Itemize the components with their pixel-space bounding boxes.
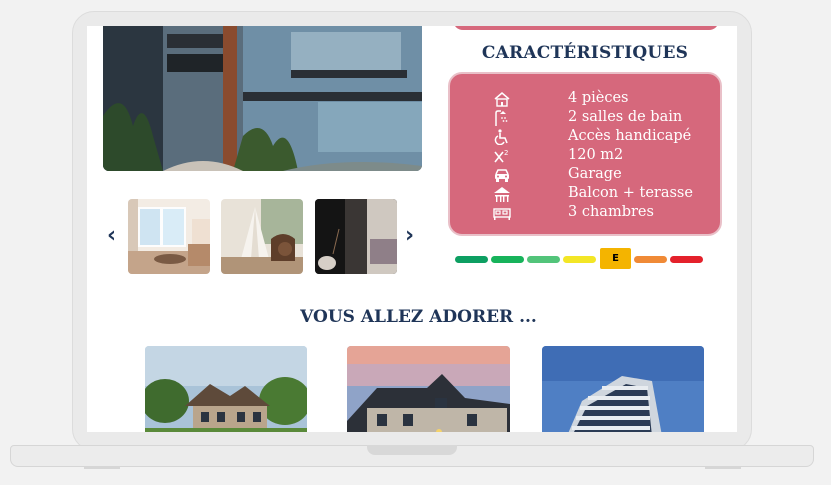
energy-segment-b xyxy=(491,256,524,263)
car-icon xyxy=(492,167,512,183)
property-card-modern-tower[interactable] xyxy=(542,346,704,432)
chevron-right-icon[interactable]: › xyxy=(405,225,421,247)
balcony-icon xyxy=(492,186,512,202)
screen: ‹ › CARACTÉRISTIQUES 4 pièces 2 salles d… xyxy=(87,26,737,432)
thumbnail-teepee-room[interactable] xyxy=(221,199,303,274)
characteristics-title: CARACTÉRISTIQUES xyxy=(481,43,689,63)
wheelchair-icon xyxy=(492,129,512,146)
thumbnail-bedroom[interactable] xyxy=(315,199,397,274)
bed-icon xyxy=(492,205,512,221)
energy-segment-f xyxy=(634,256,667,263)
property-card-stone-house[interactable] xyxy=(145,346,307,432)
energy-rating-bar: E xyxy=(455,248,705,272)
chevron-left-icon[interactable]: ‹ xyxy=(107,225,123,247)
feature-garage: Garage xyxy=(450,166,724,185)
feature-bathrooms: 2 salles de bain xyxy=(450,109,724,128)
feature-bedrooms: 3 chambres xyxy=(450,204,724,223)
energy-segment-d xyxy=(563,256,596,263)
feature-area: 2 120 m2 xyxy=(450,147,724,166)
energy-segment-g xyxy=(670,256,703,263)
energy-segment-a xyxy=(455,256,488,263)
energy-segment-c xyxy=(527,256,560,263)
recommendations-title: VOUS ALLEZ ADORER ... xyxy=(300,307,537,327)
characteristics-card: 4 pièces 2 salles de bain Accès handicap… xyxy=(448,72,722,236)
thumbnail-living-room[interactable] xyxy=(128,199,210,274)
thumbnail-carousel: ‹ › xyxy=(107,199,419,274)
pink-banner-edge xyxy=(453,26,719,30)
house-icon xyxy=(492,91,512,107)
feature-balcony: Balcon + terasse xyxy=(450,185,724,204)
svg-text:2: 2 xyxy=(504,149,508,157)
shower-icon xyxy=(492,110,512,126)
laptop-notch xyxy=(367,445,457,455)
feature-accessibility: Accès handicapé xyxy=(450,128,724,147)
laptop-foot-left xyxy=(84,467,120,469)
property-card-gabled-house[interactable] xyxy=(347,346,510,432)
hero-photo xyxy=(103,26,422,171)
energy-segment-selected: E xyxy=(600,248,631,269)
laptop-foot-right xyxy=(705,467,741,469)
area-icon: 2 xyxy=(492,148,512,164)
feature-rooms: 4 pièces xyxy=(450,90,724,109)
